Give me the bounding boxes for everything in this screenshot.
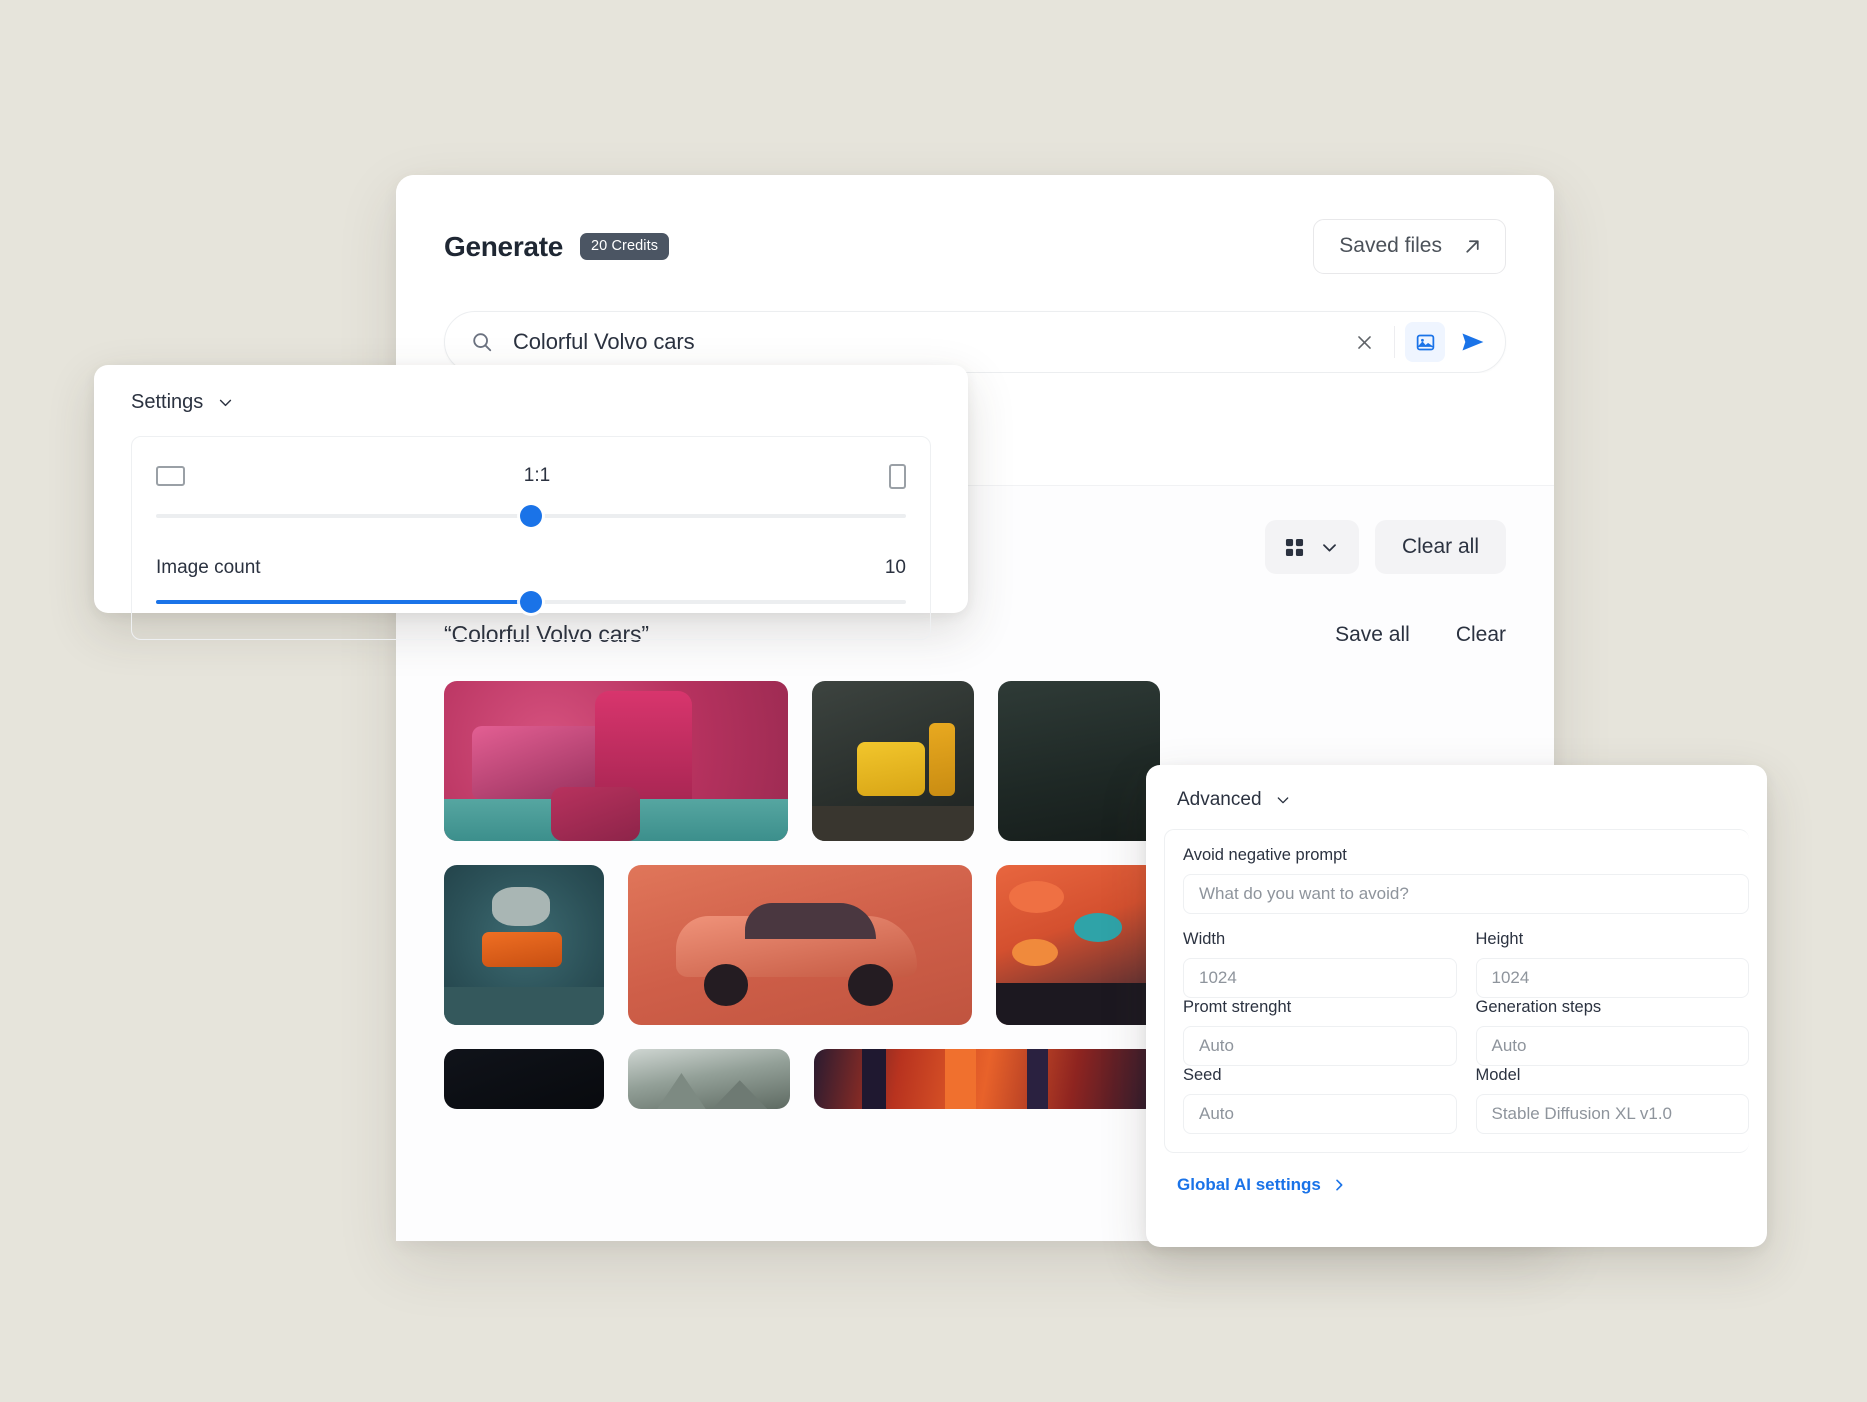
close-icon (1357, 335, 1371, 349)
advanced-panel-header[interactable]: Advanced (1164, 765, 1749, 829)
negative-prompt-group: Avoid negative prompt What do you want t… (1183, 846, 1749, 914)
view-mode-button[interactable] (1264, 520, 1359, 574)
advanced-field: Model Stable Diffusion XL v1.0 (1475, 1066, 1749, 1134)
clear-search-button[interactable] (1344, 322, 1384, 362)
result-actions: Save all Clear (1335, 623, 1506, 647)
grid-view-icon (1285, 538, 1304, 556)
pink-volvo-with-quilted-luggage[interactable] (444, 681, 788, 841)
field-label: Width (1183, 930, 1226, 948)
settings-panel-title: Settings (131, 391, 204, 413)
aspect-ratio-slider[interactable] (156, 505, 906, 527)
image-icon (1416, 334, 1434, 350)
search-divider (1394, 326, 1395, 358)
advanced-panel-title: Advanced (1177, 789, 1262, 810)
red-orange-abstract-thumb[interactable] (814, 1049, 1158, 1109)
send-prompt-button[interactable] (1451, 322, 1495, 362)
negative-prompt-input[interactable]: What do you want to avoid? (1183, 874, 1749, 914)
field-label: Generation steps (1475, 998, 1602, 1016)
advanced-field: Promt strenght Auto (1183, 998, 1457, 1066)
settings-panel-header[interactable]: Settings (131, 365, 931, 436)
colorful-circles-car-thumb[interactable] (996, 865, 1158, 1025)
image-count-value: 10 (884, 557, 906, 578)
landscape-rectangle-icon[interactable] (156, 466, 185, 486)
settings-panel: Settings 1:1 Image count 10 (94, 365, 968, 640)
field-input[interactable]: Auto (1183, 1026, 1457, 1066)
screen-root: Generate 20 Credits Saved files Colorful… (0, 0, 1867, 1402)
field-label: Height (1475, 930, 1524, 948)
field-label: Model (1475, 1066, 1521, 1084)
slider-thumb[interactable] (520, 505, 542, 527)
advanced-fields-grid: Width 1024 Height 1024 Promt strenght Auto Gen… (1183, 930, 1749, 1134)
field-input[interactable]: Stable Diffusion XL v1.0 (1475, 1094, 1749, 1134)
field-input[interactable]: 1024 (1183, 958, 1457, 998)
saved-files-button[interactable]: Saved files (1313, 219, 1506, 274)
image-count-row: Image count 10 (156, 557, 906, 579)
chevron-down-icon (1323, 543, 1336, 552)
advanced-field: Width 1024 (1183, 930, 1457, 998)
negative-prompt-label: Avoid negative prompt (1183, 846, 1347, 864)
page-title: Generate (444, 230, 563, 262)
field-input[interactable]: Auto (1183, 1094, 1457, 1134)
dark-night-scene-thumb[interactable] (444, 1049, 604, 1109)
slider-fill (156, 600, 531, 604)
clear-button[interactable]: Clear (1456, 623, 1506, 647)
image-count-slider[interactable] (156, 591, 906, 613)
field-input[interactable]: Auto (1475, 1026, 1749, 1066)
send-icon (1462, 333, 1484, 351)
aspect-ratio-row: 1:1 (156, 459, 906, 493)
advanced-card: Avoid negative prompt What do you want t… (1164, 829, 1749, 1153)
field-input[interactable]: 1024 (1475, 958, 1749, 998)
dark-green-volvo-thumb[interactable] (998, 681, 1160, 841)
saved-files-label: Saved files (1339, 234, 1442, 257)
yellow-volvo-in-garage[interactable] (812, 681, 974, 841)
advanced-field: Seed Auto (1183, 1066, 1457, 1134)
advanced-field: Height 1024 (1475, 930, 1749, 998)
title-row: Generate 20 Credits Saved files (444, 219, 1506, 274)
global-ai-settings-label: Global AI settings (1177, 1175, 1321, 1194)
aspect-ratio-value: 1:1 (523, 465, 551, 486)
slider-thumb[interactable] (520, 591, 542, 613)
arrow-up-right-icon (1466, 239, 1479, 253)
coral-volvo-with-leaves[interactable] (628, 865, 972, 1025)
clear-all-button[interactable]: Clear all (1374, 520, 1506, 574)
save-all-button[interactable]: Save all (1335, 623, 1410, 647)
advanced-panel: Advanced Avoid negative prompt What do y… (1146, 765, 1767, 1247)
window-header-area: Generate 20 Credits Saved files Colorful… (396, 175, 1554, 373)
global-ai-settings-link[interactable]: Global AI settings (1164, 1153, 1749, 1195)
field-label: Promt strenght (1183, 998, 1292, 1016)
prompt-search-bar[interactable]: Colorful Volvo cars (444, 311, 1506, 373)
search-icon (473, 333, 492, 352)
misty-mountain-scene-thumb[interactable] (628, 1049, 790, 1109)
credits-badge: 20 Credits (580, 233, 670, 260)
inspiration-actions: Clear all (1264, 520, 1506, 574)
portrait-rectangle-icon[interactable] (888, 463, 906, 489)
advanced-field: Generation steps Auto (1475, 998, 1749, 1066)
image-count-label: Image count (156, 557, 261, 578)
chevron-down-icon (1277, 797, 1288, 804)
chevron-down-icon (220, 399, 232, 407)
settings-card: 1:1 Image count 10 (131, 436, 931, 640)
chevron-right-icon (1336, 1179, 1343, 1191)
field-label: Seed (1183, 1066, 1222, 1084)
search-input[interactable]: Colorful Volvo cars (513, 329, 1344, 355)
orange-volvo-with-rooftop-luggage[interactable] (444, 865, 604, 1025)
title-left-group: Generate 20 Credits (444, 230, 670, 263)
attach-image-button[interactable] (1405, 322, 1445, 362)
